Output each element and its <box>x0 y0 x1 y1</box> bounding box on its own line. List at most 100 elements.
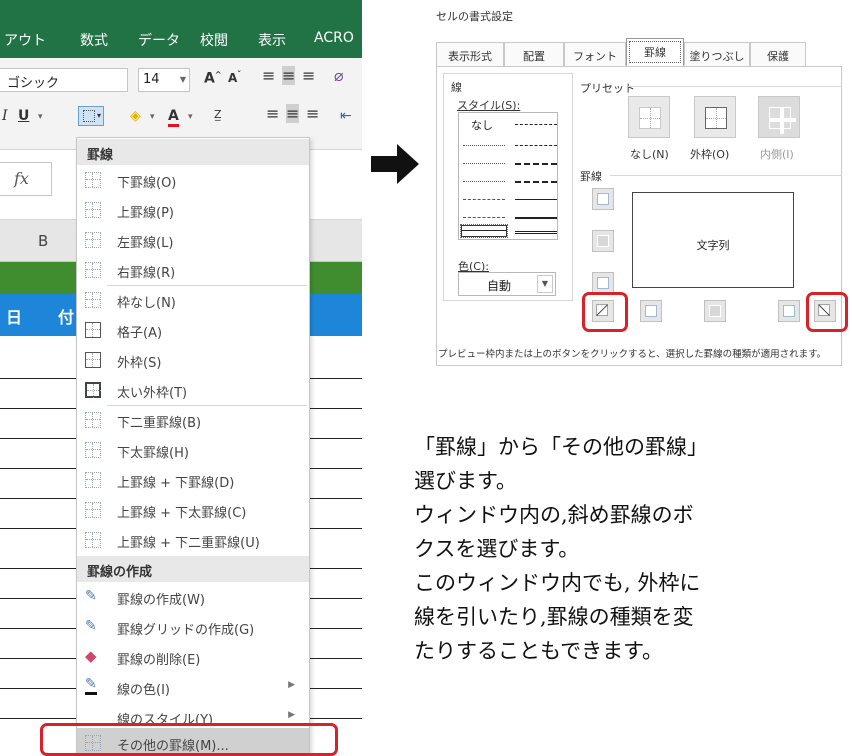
italic-button[interactable]: I <box>2 108 8 124</box>
column-letter-b[interactable]: B <box>38 232 48 250</box>
style-dash-dot-dot[interactable] <box>515 124 557 125</box>
menu-item-top-border[interactable]: 上罫線(P) <box>77 195 309 225</box>
tab-fill[interactable]: 塗りつぶし <box>684 42 750 66</box>
menu-item-bottom-border[interactable]: 下罫線(O) <box>77 165 309 195</box>
menu-item-no-border[interactable]: 枠なし(N) <box>77 285 309 315</box>
style-thin[interactable] <box>515 199 557 200</box>
align-left-icon[interactable]: ≡ <box>266 104 279 123</box>
chevron-down-icon[interactable]: ▾ <box>188 112 193 122</box>
line-color-combo[interactable]: 自動 ▼ <box>458 272 556 296</box>
menu-item-outside-borders[interactable]: 外枠(S) <box>77 345 309 375</box>
format-cells-dialog: セルの書式設定 表示形式 配置 フォント 罫線 塗りつぶし 保護 線 スタイル(… <box>432 0 852 370</box>
menu-item-right-border[interactable]: 右罫線(R) <box>77 255 309 285</box>
underline-button[interactable]: U <box>18 108 29 124</box>
menu-item-thick-bottom-border[interactable]: 下太罫線(H) <box>77 435 309 465</box>
style-dashed-2[interactable] <box>463 217 505 218</box>
style-hair[interactable] <box>463 145 505 146</box>
border-preview[interactable]: 文字列 <box>632 192 794 288</box>
align-top-icon[interactable]: ≡ <box>262 66 275 85</box>
align-right-icon[interactable]: ≡ <box>306 104 319 123</box>
border-top-button[interactable] <box>592 188 614 210</box>
font-name-box[interactable]: ゴシック <box>0 68 128 92</box>
align-center-icon[interactable]: ≡ <box>286 104 300 123</box>
explanation-line: たりすることもできます。 <box>414 639 664 663</box>
chevron-down-icon[interactable]: ▼ <box>537 275 553 293</box>
top-bottom-border-icon <box>85 472 101 488</box>
font-size-box[interactable]: 14 ▼ <box>138 68 190 92</box>
style-medium-dash-dot[interactable] <box>515 163 557 165</box>
border-bottom-button[interactable] <box>592 272 614 294</box>
line-style-list[interactable]: なし <box>458 112 558 240</box>
ribbon-tab-layout[interactable]: アウト <box>4 30 46 50</box>
style-double[interactable] <box>515 231 557 234</box>
phonetic-icon[interactable]: Z̲ <box>214 108 222 121</box>
menu-item-thick-outside-borders[interactable]: 太い外枠(T) <box>77 375 309 405</box>
menu-item-top-double-bottom-border[interactable]: 上罫線 + 下二重罫線(U) <box>77 525 309 555</box>
preset-none-button[interactable] <box>628 96 670 138</box>
font-color-button[interactable]: A <box>168 108 179 127</box>
style-thin-selected[interactable] <box>460 224 508 238</box>
menu-item-erase-border[interactable]: ◆ 罫線の削除(E) <box>77 642 309 672</box>
preset-outline-icon <box>705 107 727 129</box>
menu-item-line-color[interactable]: ✎ 線の色(I) ▶ <box>77 672 309 702</box>
border-right-icon <box>783 305 795 317</box>
style-medium-dashed[interactable] <box>515 181 557 183</box>
preset-inside-label: 内側(I) <box>760 148 794 161</box>
menu-section-draw-borders: 罫線の作成 <box>77 556 309 582</box>
ribbon-tab-data[interactable]: データ <box>138 30 180 50</box>
outside-borders-icon <box>85 352 101 368</box>
top-double-bottom-border-icon <box>85 532 101 548</box>
ribbon-tab-view[interactable]: 表示 <box>258 30 286 50</box>
tab-alignment[interactable]: 配置 <box>504 42 564 66</box>
line-color-value: 自動 <box>487 279 512 293</box>
explanation-line: 「罫線」から「その他の罫線」 <box>414 435 708 459</box>
style-dotted[interactable] <box>463 163 505 164</box>
shrink-font-icon[interactable]: Aˇ <box>228 70 241 85</box>
header-cell-tsuki: 付 <box>58 308 75 327</box>
menu-item-draw-border[interactable]: ✎ 罫線の作成(W) <box>77 582 309 612</box>
style-dash-dot[interactable] <box>515 145 557 146</box>
eraser-icon: ◆ <box>85 647 97 665</box>
border-left-button[interactable] <box>640 300 662 322</box>
ribbon-tab-acrobat[interactable]: ACRO <box>314 30 354 46</box>
ribbon-tab-review[interactable]: 校閲 <box>200 30 228 50</box>
ribbon-tab-formulas[interactable]: 数式 <box>80 30 108 50</box>
fx-icon[interactable]: fx <box>0 162 52 196</box>
border-right-button[interactable] <box>778 300 800 322</box>
tab-border[interactable]: 罫線 <box>626 38 684 66</box>
menu-item-top-thick-bottom-border[interactable]: 上罫線 + 下太罫線(C) <box>77 495 309 525</box>
tab-font[interactable]: フォント <box>564 42 626 66</box>
style-dash-dot-small[interactable] <box>463 181 505 182</box>
explanation-line: ウィンドウ内の,斜め罫線のボ <box>414 503 694 527</box>
preset-none-label: なし(N) <box>630 148 669 161</box>
menu-item-top-bottom-border[interactable]: 上罫線 + 下罫線(D) <box>77 465 309 495</box>
grow-font-icon[interactable]: A^ <box>204 70 222 87</box>
tab-protection[interactable]: 保護 <box>750 42 806 66</box>
style-none[interactable]: なし <box>471 117 493 133</box>
indent-icon[interactable]: ⇤ <box>340 108 352 124</box>
chevron-down-icon[interactable]: ▾ <box>150 112 155 122</box>
border-inside-horizontal-button[interactable] <box>592 230 614 252</box>
style-dashed[interactable] <box>463 199 505 200</box>
menu-item-all-borders[interactable]: 格子(A) <box>77 315 309 345</box>
chevron-down-icon[interactable]: ▾ <box>38 112 43 122</box>
preset-outline-button[interactable] <box>694 96 736 138</box>
dialog-title: セルの書式設定 <box>436 10 513 23</box>
borders-button[interactable]: ▾ <box>78 106 104 126</box>
menu-item-label: 格子(A) <box>117 326 163 341</box>
menu-item-draw-border-grid[interactable]: ✎ 罫線グリッドの作成(G) <box>77 612 309 642</box>
dialog-note: プレビュー枠内または上のボタンをクリックすると、選択した罫線の種類が適用されます… <box>438 349 827 360</box>
menu-section-borders: 罫線 <box>77 139 309 165</box>
highlight-diagonal-down <box>806 292 848 332</box>
tab-number-format[interactable]: 表示形式 <box>436 42 504 66</box>
align-middle-icon[interactable]: ≡ <box>282 66 296 85</box>
style-medium[interactable] <box>515 217 557 219</box>
orientation-icon[interactable]: ⌀ <box>334 66 344 85</box>
menu-item-bottom-double-border[interactable]: 下二重罫線(B) <box>77 405 309 435</box>
align-bottom-icon[interactable]: ≡ <box>302 66 315 85</box>
fill-color-icon[interactable]: ◈ <box>130 108 141 124</box>
menu-item-left-border[interactable]: 左罫線(L) <box>77 225 309 255</box>
border-inside-vertical-button[interactable] <box>704 300 726 322</box>
excel-screenshot: アウト 数式 データ 校閲 表示 ACRO ゴシック 14 ▼ A^ Aˇ ≡ … <box>0 0 362 756</box>
preset-inside-button[interactable] <box>758 96 800 138</box>
